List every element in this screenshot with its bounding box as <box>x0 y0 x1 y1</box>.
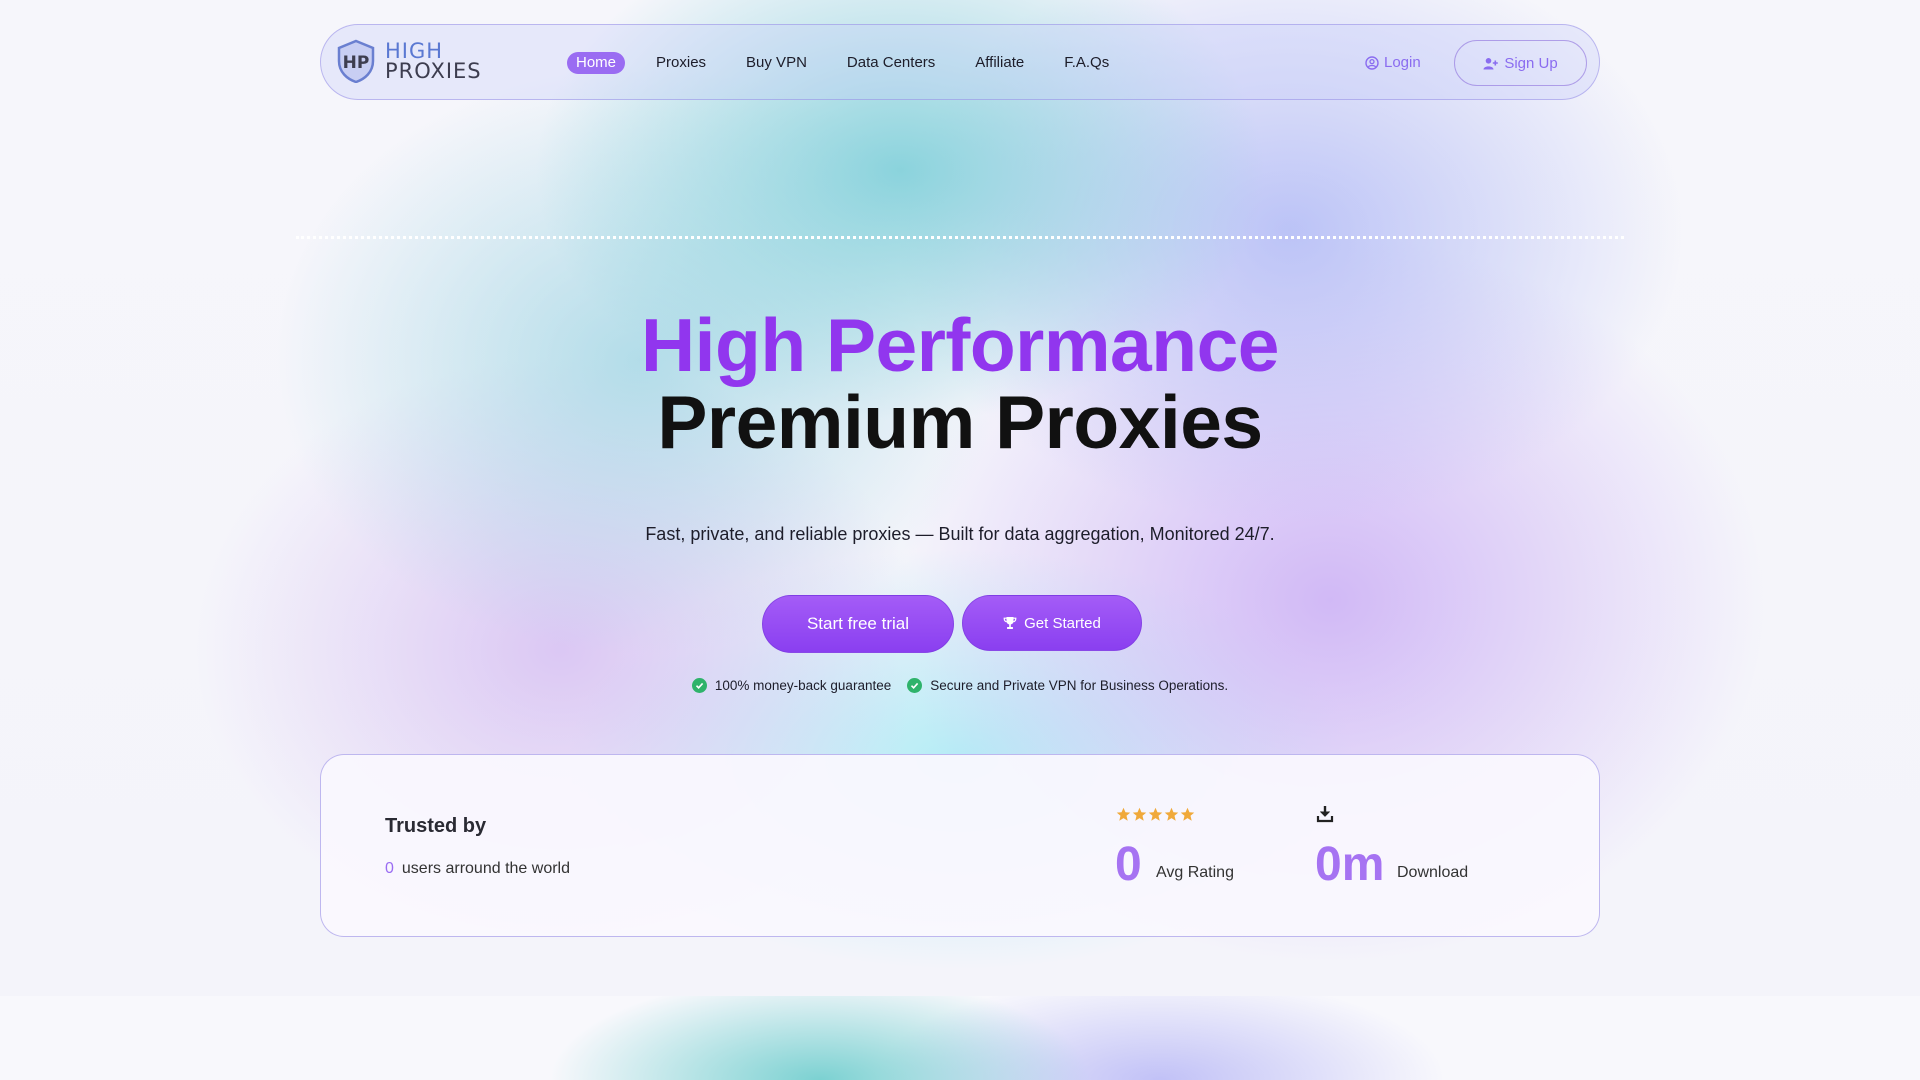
nav-item-data-centers[interactable]: Data Centers <box>838 52 944 74</box>
users-count: 0 <box>385 860 394 877</box>
nav-item-affiliate[interactable]: Affiliate <box>966 52 1033 74</box>
rating-stars <box>1116 807 1195 822</box>
trophy-icon <box>1003 617 1017 629</box>
guarantee-label: 100% money-back guarantee <box>714 678 892 693</box>
star-icon <box>1164 807 1179 821</box>
shield-icon: HP <box>337 39 375 83</box>
logo-wordmark: HIGH PROXIES <box>385 39 482 83</box>
avg-rating-value: 0 <box>1115 838 1142 891</box>
hero-title-line1: High Performance <box>641 303 1280 387</box>
logo-word-proxies: PROXIES <box>385 59 482 83</box>
hero-subtitle: Fast, private, and reliable proxies — Bu… <box>645 524 1275 544</box>
logo[interactable]: HP HIGH PROXIES <box>335 39 482 83</box>
signup-label: Sign Up <box>1504 54 1558 72</box>
trust-card: Trusted by 0 users arround the world 0 A… <box>320 754 1600 937</box>
get-started-button[interactable]: Get Started <box>962 595 1142 651</box>
downloads-label: Download <box>1397 864 1469 881</box>
check-circle-icon <box>907 678 923 693</box>
user-circle-icon <box>1365 55 1379 70</box>
logo-word-high: HIGH <box>385 39 444 63</box>
star-icon <box>1132 807 1147 821</box>
hero-guarantees: 100% money-back guarantee Secure and Pri… <box>0 678 1920 693</box>
login-link[interactable]: Login <box>1365 54 1421 71</box>
hero-title-line2: Premium Proxies <box>657 380 1263 464</box>
trusted-by-title: Trusted by <box>385 815 487 837</box>
get-started-label: Get Started <box>1024 614 1101 632</box>
check-circle-icon <box>691 678 707 693</box>
start-free-trial-button[interactable]: Start free trial <box>762 595 954 653</box>
section-divider <box>296 236 1624 239</box>
download-icon <box>1316 806 1334 823</box>
users-label: users arround the world <box>401 860 570 877</box>
avg-rating-label: Avg Rating <box>1156 864 1234 881</box>
navbar: HP HIGH PROXIES Home Proxies Buy VPN Dat… <box>320 24 1600 100</box>
nav-item-proxies[interactable]: Proxies <box>647 52 715 74</box>
nav-item-home[interactable]: Home <box>567 52 626 74</box>
nav-item-faqs[interactable]: F.A.Qs <box>1055 52 1118 74</box>
login-label: Login <box>1384 54 1421 71</box>
downloads-value: 0m <box>1315 838 1385 891</box>
star-icon <box>1148 807 1163 821</box>
user-plus-icon <box>1483 57 1499 69</box>
guarantee-item: 100% money-back guarantee <box>691 678 892 693</box>
guarantee-label: Secure and Private VPN for Business Oper… <box>930 678 1229 693</box>
star-icon <box>1116 807 1131 821</box>
logo-mark: HP <box>343 53 370 73</box>
signup-button[interactable]: Sign Up <box>1454 40 1587 86</box>
star-icon <box>1180 807 1195 821</box>
next-section-gradient <box>0 996 1920 1080</box>
trusted-by-subtitle: 0 users arround the world <box>385 860 570 878</box>
start-free-trial-label: Start free trial <box>806 614 910 633</box>
nav-item-buy-vpn[interactable]: Buy VPN <box>737 52 816 74</box>
nav-links: Home Proxies Buy VPN Data Centers Affili… <box>567 52 1140 74</box>
guarantee-item: Secure and Private VPN for Business Oper… <box>907 678 1228 693</box>
